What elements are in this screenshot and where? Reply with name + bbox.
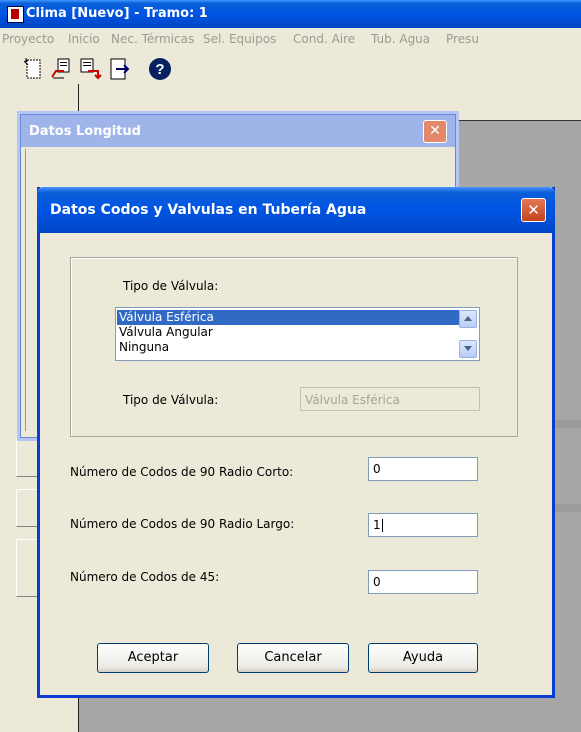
exit-icon[interactable] [108, 57, 132, 81]
short-radius-90-label: Número de Codos de 90 Radio Corto: [70, 465, 294, 479]
menu-sel-equipos[interactable]: Sel. Equipos [203, 32, 276, 46]
dialog-titlebar: Datos Codos y Valvulas en Tubería Agua [37, 187, 555, 233]
save-file-icon[interactable] [78, 57, 102, 81]
help-icon[interactable]: ? [148, 57, 172, 81]
close-icon[interactable]: ✕ [521, 198, 546, 222]
short-radius-90-input[interactable]: 0 [368, 457, 478, 481]
app-icon [7, 6, 24, 23]
selected-valve-field: Válvula Esférica [300, 387, 480, 411]
selected-valve-label: Tipo de Válvula: [123, 393, 219, 407]
main-window-title: Clima [Nuevo] - Tramo: 1 [26, 6, 208, 21]
scroll-down-icon[interactable] [459, 340, 477, 358]
list-item[interactable]: Ninguna [117, 340, 459, 355]
toolbar: ? [0, 50, 581, 84]
scroll-up-icon[interactable] [459, 310, 477, 328]
valve-type-listbox[interactable]: Válvula Esférica Válvula Angular Ninguna [115, 307, 480, 361]
text-caret [381, 519, 383, 532]
menu-nec-termicas[interactable]: Nec. Térmicas [111, 32, 194, 46]
datos-longitud-titlebar: Datos Longitud [21, 115, 455, 147]
menu-bar: Proyecto Inicio Nec. Térmicas Sel. Equip… [0, 28, 581, 50]
new-file-icon[interactable] [22, 57, 46, 81]
codos-valvulas-dialog: Datos Codos y Valvulas en Tubería Agua ✕… [37, 187, 555, 698]
svg-text:?: ? [155, 61, 164, 78]
menu-proyecto[interactable]: Proyecto [2, 32, 54, 46]
valve-type-label: Tipo de Válvula: [123, 279, 219, 293]
menu-tub-agua[interactable]: Tub. Agua [371, 32, 430, 46]
dialog-title: Datos Codos y Valvulas en Tubería Agua [50, 202, 367, 218]
cancel-button[interactable]: Cancelar [237, 643, 349, 673]
accept-button[interactable]: Aceptar [97, 643, 209, 673]
menu-presu[interactable]: Presu [446, 32, 479, 46]
long-radius-90-value: 1 [373, 518, 381, 532]
datos-longitud-title: Datos Longitud [29, 124, 141, 139]
long-radius-90-input[interactable]: 1 [368, 513, 478, 537]
main-window-titlebar: Clima [Nuevo] - Tramo: 1 [0, 0, 581, 28]
menu-inicio[interactable]: Inicio [68, 32, 100, 46]
codos-45-input[interactable]: 0 [368, 570, 478, 594]
list-item[interactable]: Válvula Esférica [117, 310, 459, 325]
menu-cond-aire[interactable]: Cond. Aire [293, 32, 355, 46]
long-radius-90-label: Número de Codos de 90 Radio Largo: [70, 517, 295, 531]
help-button[interactable]: Ayuda [368, 643, 478, 673]
codos-45-label: Número de Codos de 45: [70, 570, 220, 584]
open-file-icon[interactable] [50, 57, 74, 81]
close-icon[interactable]: ✕ [423, 120, 447, 143]
list-item[interactable]: Válvula Angular [117, 325, 459, 340]
